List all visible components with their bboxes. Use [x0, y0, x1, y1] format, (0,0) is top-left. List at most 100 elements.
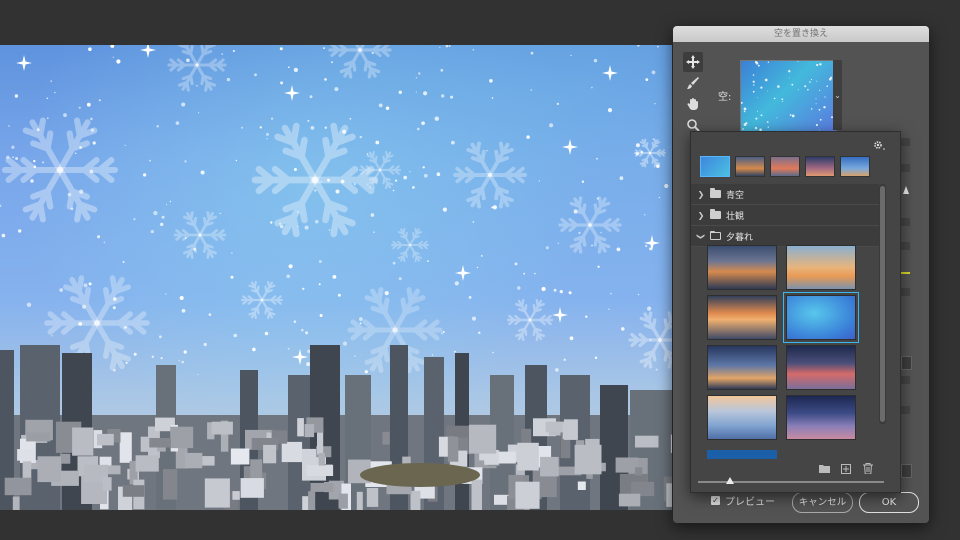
- preview-checkbox-row[interactable]: ✓ プレビュー: [711, 493, 775, 508]
- snow-dot: [1, 233, 6, 238]
- snow-dot: [752, 90, 755, 93]
- snow-dot: [742, 128, 744, 130]
- cancel-button[interactable]: キャンセル: [792, 492, 853, 513]
- snow-dot: [50, 80, 53, 83]
- thumbnail-size-slider[interactable]: [698, 477, 884, 484]
- sky-dropdown-chevron-icon[interactable]: ⌄: [833, 60, 842, 130]
- chevron-down-icon: ❯: [696, 232, 706, 240]
- snowflake-shape: [634, 138, 666, 168]
- preset-thumbnail-selected[interactable]: [783, 292, 859, 343]
- snow-dot: [472, 49, 475, 51]
- snow-dot: [824, 96, 826, 98]
- sparkle-shape: [562, 139, 578, 155]
- snow-dot: [288, 66, 290, 68]
- snow-dot: [359, 135, 362, 139]
- snow-dot: [324, 126, 327, 129]
- preset-thumbnail[interactable]: [707, 450, 777, 459]
- preset-thumbnail[interactable]: [707, 345, 777, 390]
- snowflake-shape: [167, 45, 227, 92]
- delete-preset-button[interactable]: [862, 463, 874, 474]
- sky-label: 空:: [718, 92, 732, 103]
- hand-tool[interactable]: [683, 94, 703, 114]
- preset-thumbnail[interactable]: [786, 345, 856, 390]
- recent-preset[interactable]: [735, 156, 765, 177]
- snow-dot: [181, 360, 184, 364]
- snow-dot: [392, 189, 395, 192]
- building-shape: [263, 444, 277, 464]
- snow-dot: [160, 357, 163, 360]
- preset-thumbnail[interactable]: [707, 395, 777, 440]
- snow-dot: [165, 203, 168, 206]
- snow-dot: [403, 175, 408, 180]
- snow-dot: [33, 159, 36, 163]
- snow-dot: [791, 83, 794, 86]
- snow-dot: [409, 171, 411, 173]
- new-preset-button[interactable]: [840, 463, 852, 474]
- move-tool[interactable]: [683, 52, 703, 72]
- folder-label: 壮観: [726, 211, 745, 222]
- snow-dot: [818, 108, 821, 111]
- folder-item[interactable]: ❯ 夕暮れ: [691, 226, 879, 247]
- snow-dot: [264, 331, 269, 336]
- snow-dot: [280, 224, 284, 229]
- preset-scrollbar[interactable]: [879, 184, 886, 424]
- snow-dot: [184, 160, 187, 163]
- new-folder-button[interactable]: [818, 463, 830, 474]
- snow-dot: [221, 53, 223, 55]
- snow-dot: [597, 265, 600, 268]
- scrollbar-thumb[interactable]: [880, 186, 885, 422]
- snow-dot: [557, 242, 559, 244]
- snow-dot: [297, 211, 299, 213]
- snow-dot: [530, 89, 533, 91]
- folder-item[interactable]: ❯ 壮観: [691, 205, 879, 226]
- sparkle-shape: [552, 307, 568, 323]
- recent-preset[interactable]: [700, 156, 730, 177]
- building-shape: [297, 418, 304, 437]
- snow-dot: [178, 360, 180, 362]
- snow-dot: [334, 87, 339, 92]
- preset-thumbnail[interactable]: [707, 245, 777, 290]
- building-shape: [366, 488, 379, 507]
- snow-dot: [378, 103, 383, 108]
- hand-icon: [687, 98, 698, 110]
- recent-preset[interactable]: [805, 156, 835, 177]
- snow-dot: [654, 102, 656, 105]
- snow-dot: [226, 77, 231, 82]
- snow-dot: [440, 68, 444, 72]
- snow-dot: [454, 350, 456, 353]
- document-canvas[interactable]: [0, 45, 672, 510]
- snow-dot: [354, 355, 356, 357]
- preset-thumbnail[interactable]: [786, 245, 856, 290]
- ok-button[interactable]: OK: [859, 492, 919, 513]
- folder-item[interactable]: ❯ 青空: [691, 184, 879, 205]
- slider-knob[interactable]: [725, 477, 734, 484]
- snow-dot: [122, 261, 125, 263]
- sky-brush-tool[interactable]: [683, 73, 703, 93]
- sky-preset-preview[interactable]: [740, 60, 837, 132]
- recent-preset[interactable]: [770, 156, 800, 177]
- snow-dot: [203, 342, 207, 347]
- recent-preset[interactable]: [840, 156, 870, 177]
- preset-thumbnail-grid: [707, 245, 863, 440]
- building-shape: [281, 441, 303, 463]
- preset-thumbnail[interactable]: [786, 395, 856, 440]
- snow-dot: [86, 102, 91, 107]
- preview-checkbox[interactable]: ✓: [711, 496, 720, 505]
- snow-dot: [254, 73, 257, 77]
- snow-dot: [651, 70, 656, 75]
- snow-dot: [59, 288, 63, 292]
- snow-dot: [161, 215, 165, 219]
- snow-dot: [88, 47, 92, 51]
- snowflake-shape: [453, 141, 527, 209]
- snow-dot: [112, 56, 115, 58]
- building-shape: [310, 482, 334, 492]
- snow-dot: [36, 128, 40, 132]
- snow-dot: [514, 262, 518, 266]
- snow-dot: [757, 97, 758, 98]
- preset-thumbnail[interactable]: [707, 295, 777, 340]
- snow-dot: [450, 95, 454, 99]
- snow-dot: [110, 45, 115, 48]
- snow-dot: [549, 123, 554, 128]
- gear-icon[interactable]: [873, 140, 887, 152]
- snow-dot: [88, 282, 92, 286]
